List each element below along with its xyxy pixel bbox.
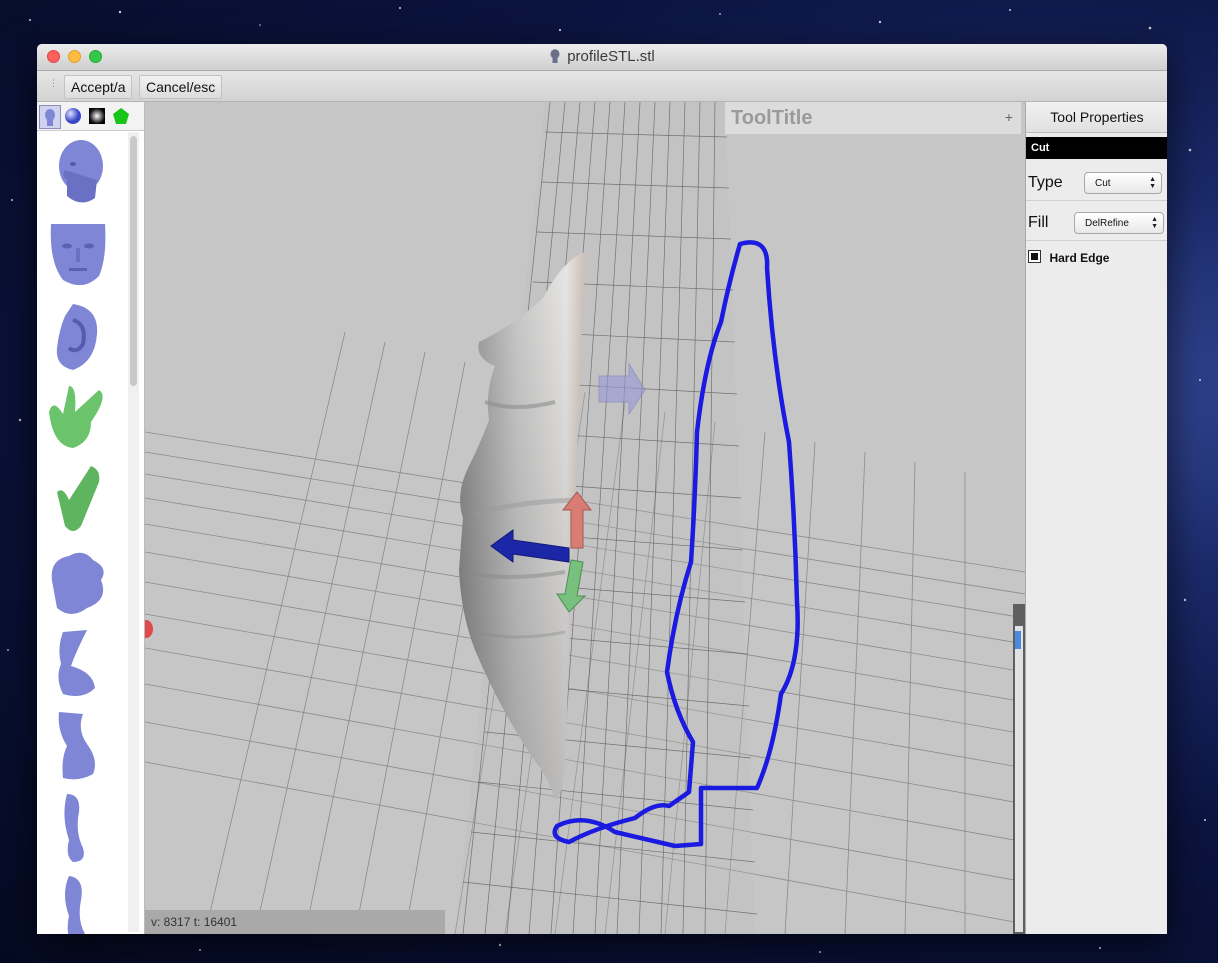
- scene-canvas[interactable]: [145, 102, 1025, 934]
- title-bar: profileSTL.stl: [37, 44, 1167, 71]
- fill-select-value: DelRefine: [1085, 218, 1129, 229]
- 3d-viewport[interactable]: ToolTitle + v: 8317 t: 16401: [145, 102, 1025, 934]
- finger-model-icon: [57, 466, 100, 531]
- pentagon-icon: [113, 108, 129, 124]
- viewport-scroll-track[interactable]: [1015, 626, 1023, 932]
- viewport-scrollbar[interactable]: [1013, 604, 1025, 934]
- app-window: profileSTL.stl ⋮ Accept/a Cancel/esc Too…: [37, 44, 1167, 934]
- head-model-icon: [59, 140, 103, 203]
- library-scroll-thumb[interactable]: [130, 136, 137, 386]
- document-proxy-icon: [550, 49, 560, 63]
- select-arrows-icon: ▲ ▼: [1149, 176, 1156, 190]
- window-title-area: profileSTL.stl: [37, 48, 1167, 65]
- library-tab-shapes[interactable]: [111, 105, 131, 127]
- gradient-stamp-icon: [89, 108, 105, 124]
- library-item[interactable]: [43, 792, 113, 866]
- library-tab-stamps[interactable]: [87, 105, 107, 127]
- nose-model-icon: [51, 552, 104, 614]
- mesh-stats-status: v: 8317 t: 16401: [145, 910, 445, 934]
- fill-label: Fill: [1028, 214, 1049, 231]
- tool-title-bar: ToolTitle +: [725, 102, 1021, 135]
- library-tab-spheres[interactable]: [63, 105, 83, 127]
- tool-properties-panel: Tool Properties Cut Type Cut ▲ ▼ Fill Del…: [1025, 102, 1167, 934]
- head-models-icon: [45, 109, 55, 126]
- hard-edge-checkbox[interactable]: [1028, 250, 1041, 263]
- library-item[interactable]: [43, 710, 113, 784]
- library-item[interactable]: [43, 218, 113, 292]
- tool-properties-header: Tool Properties: [1026, 102, 1167, 133]
- hard-edge-option[interactable]: Hard Edge: [1028, 249, 1109, 267]
- foot-model-icon: [58, 712, 95, 780]
- library-item[interactable]: [43, 300, 113, 374]
- hand-model-icon: [49, 386, 103, 448]
- limb-model-icon: [65, 876, 85, 934]
- accept-button[interactable]: Accept/a: [64, 75, 133, 99]
- leg-model-icon: [58, 630, 95, 696]
- sphere-icon: [65, 108, 81, 124]
- library-scrollbar[interactable]: [128, 132, 139, 932]
- type-select-value: Cut: [1095, 178, 1111, 189]
- library-item[interactable]: [43, 546, 113, 620]
- model-library-panel: [37, 102, 145, 934]
- limb-model-icon: [64, 794, 84, 862]
- cancel-button[interactable]: Cancel/esc: [139, 75, 223, 99]
- tool-title: ToolTitle: [731, 107, 813, 129]
- type-select[interactable]: Cut ▲ ▼: [1084, 172, 1162, 194]
- face-profile-model[interactable]: [459, 252, 585, 800]
- toolbar: ⋮ Accept/a Cancel/esc: [37, 71, 1167, 102]
- library-tab-heads[interactable]: [39, 105, 61, 129]
- expand-tool-button[interactable]: +: [1005, 109, 1013, 125]
- fill-property-row: Fill DelRefine ▲ ▼: [1026, 206, 1167, 241]
- active-tool-name: Cut: [1026, 137, 1167, 159]
- type-label: Type: [1028, 174, 1063, 191]
- face-model-icon: [50, 224, 106, 286]
- library-item[interactable]: [43, 382, 113, 456]
- window-title: profileSTL.stl: [567, 48, 655, 65]
- hard-edge-label: Hard Edge: [1049, 251, 1110, 265]
- library-item[interactable]: [43, 628, 113, 702]
- type-property-row: Type Cut ▲ ▼: [1026, 166, 1167, 201]
- library-item[interactable]: [43, 874, 113, 934]
- library-item[interactable]: [43, 464, 113, 538]
- ear-model-icon: [56, 304, 98, 370]
- viewport-scroll-thumb[interactable]: [1015, 631, 1021, 649]
- toolbar-grip-icon[interactable]: ⋮: [49, 79, 58, 88]
- select-arrows-icon: ▲ ▼: [1151, 216, 1158, 230]
- library-item[interactable]: [43, 136, 113, 210]
- fill-select[interactable]: DelRefine ▲ ▼: [1074, 212, 1164, 234]
- library-tabs: [37, 102, 144, 131]
